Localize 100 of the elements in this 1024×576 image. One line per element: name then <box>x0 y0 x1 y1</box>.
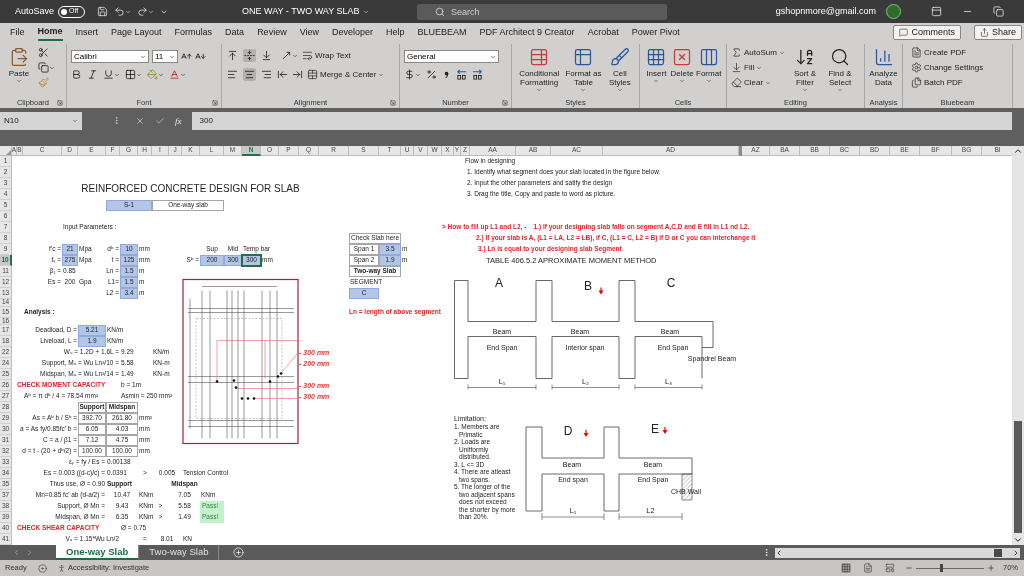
borders-icon[interactable] <box>125 69 136 80</box>
number-format-dropdown[interactable]: General <box>404 50 499 63</box>
conditional-formatting-button[interactable]: Conditional Formatting <box>516 44 563 97</box>
page-break-icon[interactable] <box>885 563 895 573</box>
scroll-up-icon[interactable] <box>1012 146 1024 156</box>
dialog-launcher-icon[interactable] <box>212 99 218 106</box>
normal-view-icon[interactable] <box>841 563 851 573</box>
page-layout-icon[interactable] <box>863 563 873 573</box>
font-size-dropdown[interactable]: 11 <box>152 50 178 63</box>
cell-styles-button[interactable]: Cell Styles <box>604 44 635 97</box>
cancel-icon[interactable] <box>135 116 145 126</box>
name-box[interactable]: N10 <box>0 112 82 130</box>
menu-tab[interactable]: Help <box>386 24 405 41</box>
merge-center-button[interactable]: Merge & Center <box>307 68 385 81</box>
format-as-table-button[interactable]: Format as Table <box>564 44 603 97</box>
decrease-font-icon[interactable] <box>195 51 206 62</box>
sort-filter-button[interactable]: Sort & Filter <box>787 44 823 97</box>
wrap-text-button[interactable]: Wrap Text <box>302 49 351 62</box>
change-settings-button[interactable]: Change Settings <box>911 61 984 74</box>
more-icon[interactable] <box>112 116 121 125</box>
increase-indent-icon[interactable] <box>292 69 303 80</box>
cut-icon[interactable] <box>38 47 49 58</box>
fill-color-icon[interactable] <box>147 69 158 80</box>
increase-decimal-icon[interactable] <box>472 69 483 80</box>
align-center-icon[interactable] <box>243 68 256 81</box>
menu-tab[interactable]: Formulas <box>174 24 213 41</box>
top-align-icon[interactable] <box>226 49 239 62</box>
comments-button[interactable]: Comments <box>893 25 961 40</box>
increase-font-icon[interactable] <box>181 51 192 62</box>
caret-icon <box>49 64 55 71</box>
menu-tab[interactable]: Power Pivot <box>631 24 680 41</box>
menu-tab[interactable]: File <box>10 24 25 41</box>
orientation-icon[interactable] <box>281 50 292 61</box>
paste-button[interactable]: Paste <box>4 44 34 97</box>
comma-style-icon[interactable] <box>442 70 451 79</box>
menu-tab[interactable]: BLUEBEAM <box>417 24 467 41</box>
search-field[interactable]: Search <box>417 3 668 20</box>
align-right-icon[interactable] <box>260 68 273 81</box>
currency-icon[interactable] <box>404 69 415 80</box>
autosum-button[interactable]: AutoSum <box>731 46 787 59</box>
brush-icon <box>609 47 630 67</box>
formula-field[interactable]: 300 <box>191 112 1012 130</box>
avatar[interactable] <box>886 4 901 19</box>
menu-tab[interactable]: Review <box>257 24 287 41</box>
fill-button[interactable]: Fill <box>731 61 787 74</box>
create-pdf-button[interactable]: Create PDF <box>911 46 984 59</box>
font-name-dropdown[interactable]: Calibri <box>71 50 149 63</box>
delete-button[interactable]: Delete <box>668 44 696 97</box>
copy-icon[interactable] <box>38 62 49 73</box>
more-icon[interactable] <box>762 548 771 557</box>
redo-icon[interactable] <box>137 6 149 17</box>
analyze-data-button[interactable]: Analyze Data <box>869 44 898 97</box>
table-icon <box>573 47 594 67</box>
dialog-launcher-icon[interactable] <box>57 99 63 106</box>
share-button[interactable]: Share <box>973 25 1022 40</box>
scroll-down-icon[interactable] <box>1012 535 1024 545</box>
add-sheet-icon[interactable] <box>233 547 245 558</box>
menu-tab[interactable]: Developer <box>332 24 374 41</box>
find-select-button[interactable]: Find & Select <box>823 44 857 97</box>
scroll-left-icon[interactable] <box>775 548 783 557</box>
format-button[interactable]: Format <box>695 44 722 97</box>
menu-tab[interactable]: PDF Architect 9 Creator <box>479 24 575 41</box>
ribbon-display-icon[interactable] <box>931 6 942 17</box>
settings-icon <box>911 62 922 73</box>
underline-icon[interactable] <box>103 69 114 80</box>
bold-icon[interactable] <box>71 69 82 80</box>
menu-tab[interactable]: Data <box>225 24 245 41</box>
zoom-slider[interactable] <box>916 564 984 572</box>
menu-tab[interactable]: Page Layout <box>111 24 162 41</box>
decrease-decimal-icon[interactable] <box>456 69 467 80</box>
dialog-launcher-icon[interactable] <box>390 99 396 106</box>
italic-icon[interactable] <box>87 69 98 80</box>
scroll-thumb[interactable] <box>1014 420 1022 533</box>
middle-align-icon[interactable] <box>243 49 256 62</box>
undo-icon[interactable] <box>114 6 126 17</box>
restore-icon[interactable] <box>993 6 1004 17</box>
align-left-icon[interactable] <box>226 68 239 81</box>
document-title[interactable]: ONE WAY - TWO WAY SLAB <box>242 4 418 19</box>
menu-tab[interactable]: Acrobat <box>587 24 619 41</box>
save-icon[interactable] <box>97 6 109 17</box>
batch-pdf-button[interactable]: Batch PDF <box>911 76 984 89</box>
menu-tab[interactable]: Insert <box>75 24 99 41</box>
scroll-right-icon[interactable] <box>1012 548 1020 557</box>
zoom-in-icon[interactable] <box>987 564 995 572</box>
decrease-indent-icon[interactable] <box>277 69 288 80</box>
menu-tab[interactable]: View <box>299 24 319 41</box>
horizontal-scrollbar[interactable] <box>775 547 1020 558</box>
dialog-launcher-icon[interactable] <box>502 99 508 106</box>
dimension-line <box>541 512 605 521</box>
sigma-icon <box>731 47 742 58</box>
insert-function-button[interactable]: fx <box>175 115 182 129</box>
bottom-align-icon[interactable] <box>260 49 273 62</box>
scroll-thumb[interactable] <box>994 548 1002 557</box>
clear-button[interactable]: Clear <box>731 76 787 89</box>
slider-thumb[interactable] <box>940 564 944 572</box>
percent-icon[interactable] <box>426 69 437 80</box>
insert-button[interactable]: Insert <box>644 44 669 97</box>
font-color-icon[interactable] <box>169 69 180 80</box>
sheet-tab[interactable]: One-way Slab <box>56 545 140 560</box>
macro-record-icon[interactable] <box>38 563 47 573</box>
